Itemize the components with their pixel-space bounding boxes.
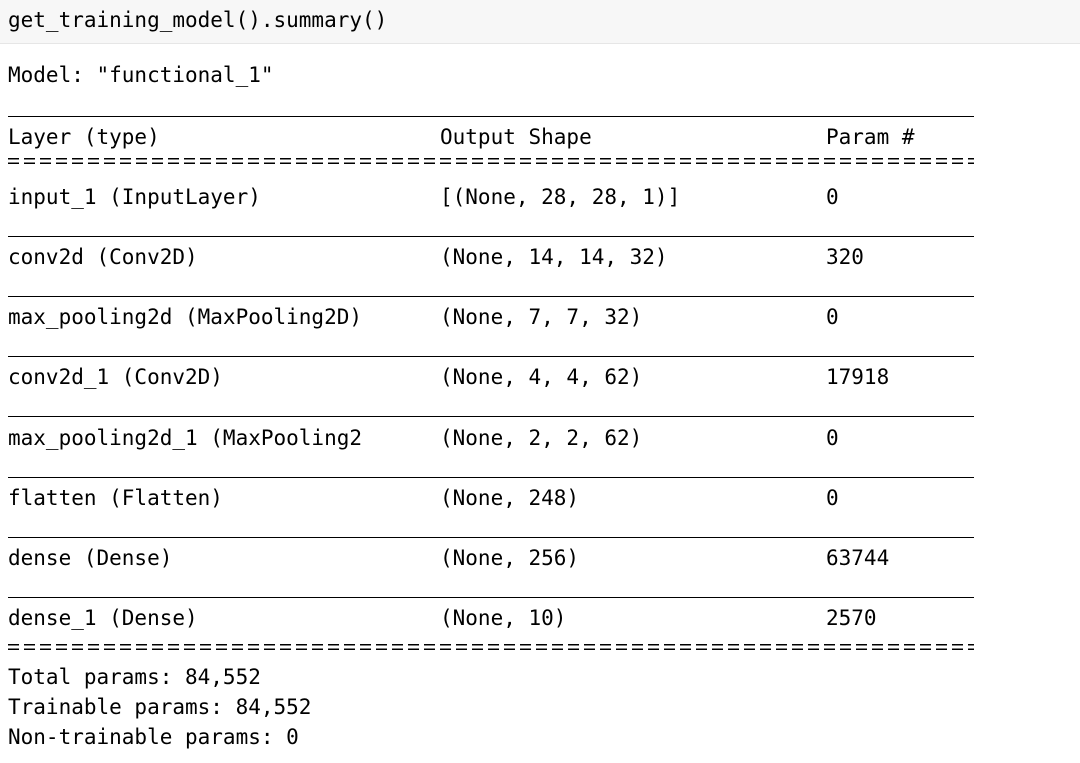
row-layer-name: conv2d_1 (Conv2D) xyxy=(8,365,223,390)
row-output-shape: (None, 2, 2, 62) xyxy=(440,425,643,450)
row-output-shape: (None, 7, 7, 32) xyxy=(440,305,643,330)
code-input[interactable]: get_training_model().summary() xyxy=(8,6,387,34)
header-layer-type: Layer (type) xyxy=(8,125,160,149)
row-output-shape: (None, 4, 4, 62) xyxy=(440,365,643,390)
row-divider xyxy=(8,596,974,598)
row-param-count: 0 xyxy=(826,485,839,510)
total-params: Total params: 84,552 xyxy=(8,665,261,689)
row-output-shape: (None, 256) xyxy=(440,545,580,570)
row-layer-name: max_pooling2d (MaxPooling2D) xyxy=(8,305,363,330)
table-top-rule xyxy=(8,116,974,117)
footer-double-rule xyxy=(8,644,974,650)
row-divider xyxy=(8,416,974,418)
row-output-shape: (None, 248) xyxy=(440,485,580,510)
row-param-count: 320 xyxy=(826,245,864,270)
row-param-count: 17918 xyxy=(826,365,890,390)
row-param-count: 0 xyxy=(826,425,839,450)
non-trainable-params: Non-trainable params: 0 xyxy=(8,725,299,749)
row-output-shape: (None, 14, 14, 32) xyxy=(440,245,668,270)
row-divider xyxy=(8,536,974,538)
cell-output: Model: "functional_1" Layer (type) Outpu… xyxy=(0,44,1080,763)
row-param-count: 0 xyxy=(826,185,839,209)
row-param-count: 2570 xyxy=(826,605,877,630)
row-param-count: 63744 xyxy=(826,545,890,570)
row-divider xyxy=(8,356,974,358)
code-input-cell[interactable]: get_training_model().summary() xyxy=(0,0,1080,44)
row-layer-name: dense_1 (Dense) xyxy=(8,605,198,630)
header-param-count: Param # xyxy=(826,125,915,149)
model-name-label: Model: "functional_1" xyxy=(8,63,274,87)
row-layer-name: conv2d (Conv2D) xyxy=(8,245,198,270)
row-divider xyxy=(8,476,974,478)
row-layer-name: dense (Dense) xyxy=(8,545,173,570)
row-divider xyxy=(8,236,974,237)
row-layer-name: input_1 (InputLayer) xyxy=(8,185,261,209)
row-divider xyxy=(8,296,974,298)
row-param-count: 0 xyxy=(826,305,839,330)
row-layer-name: max_pooling2d_1 (MaxPooling2 xyxy=(8,425,363,450)
trainable-params: Trainable params: 84,552 xyxy=(8,695,312,719)
header-output-shape: Output Shape xyxy=(440,125,592,149)
header-double-rule xyxy=(8,158,974,164)
row-output-shape: [(None, 28, 28, 1)] xyxy=(440,185,681,209)
row-output-shape: (None, 10) xyxy=(440,605,567,630)
row-layer-name: flatten (Flatten) xyxy=(8,485,223,510)
